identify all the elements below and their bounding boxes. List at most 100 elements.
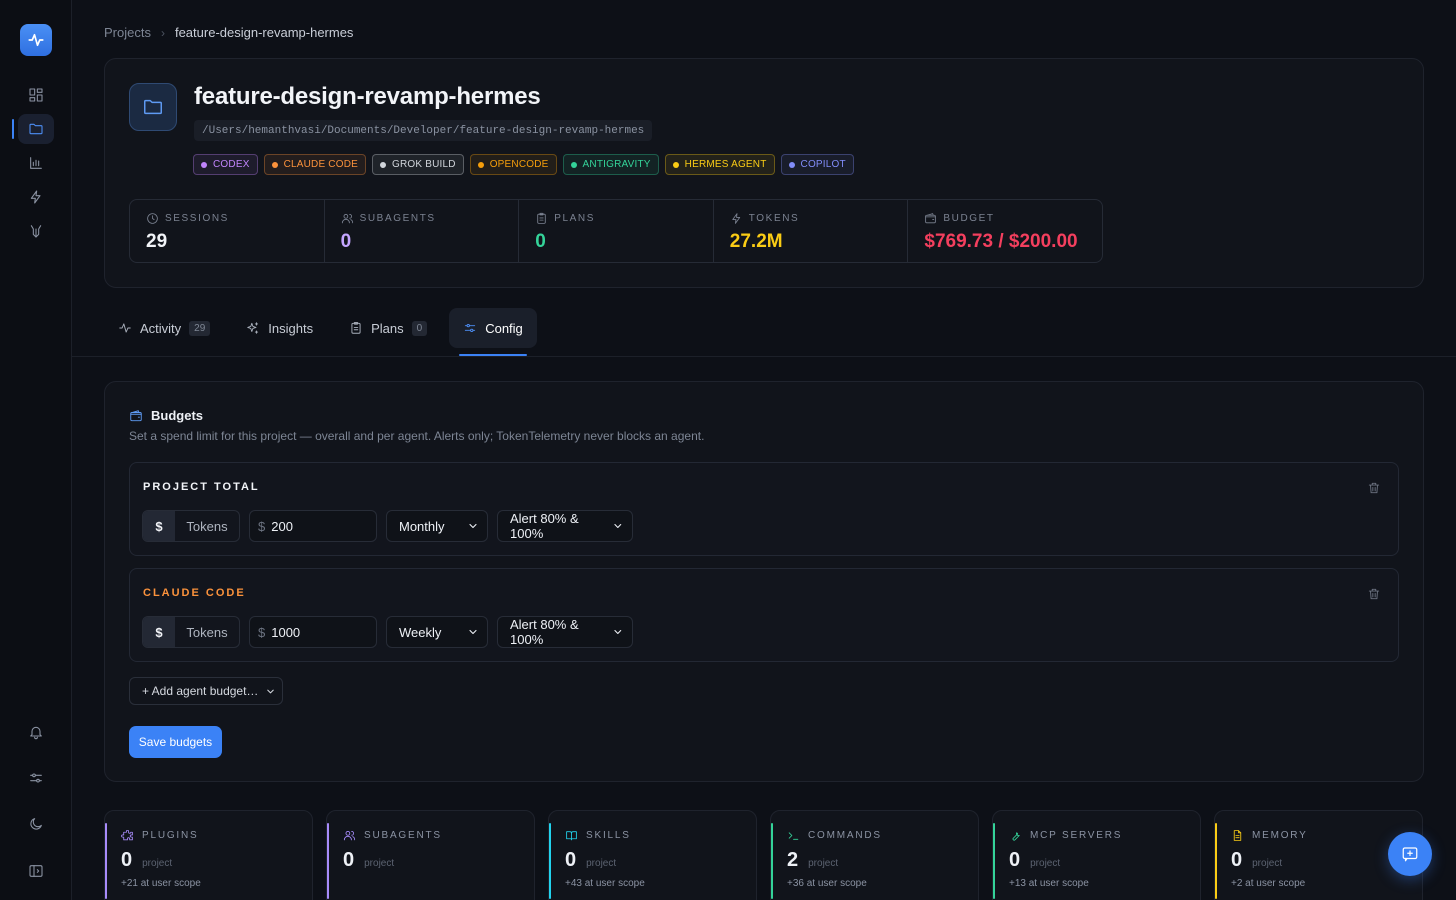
scope-cards: PLUGINS 0 project +21 at user scope SUBAGENT…	[104, 810, 1423, 900]
stat-budget: BUDGET $769.73 / $200.00	[908, 200, 1102, 262]
nav-agents[interactable]	[18, 216, 54, 246]
chevron-down-icon	[469, 629, 477, 635]
status-dot	[271, 161, 278, 168]
scope-value-row: 0 project	[1231, 849, 1282, 872]
agent-chip-label: OPENCODE	[489, 159, 549, 170]
unit-tokens-option[interactable]: Tokens	[175, 617, 239, 647]
scope-accent-bar	[993, 823, 995, 899]
bar-chart-icon	[30, 157, 42, 169]
nav-dashboard[interactable]	[18, 80, 54, 110]
budget-row-claude-code: CLAUDE CODE $ Tokens $ Weekly Alert 80% …	[129, 568, 1399, 662]
tab-insights[interactable]: Insights	[232, 308, 327, 348]
stat-label: PLANS	[554, 213, 595, 224]
breadcrumb-projects-link[interactable]: Projects	[104, 25, 151, 40]
bell-icon	[30, 726, 42, 740]
period-select[interactable]: Monthly	[386, 510, 488, 542]
users-icon	[343, 831, 356, 841]
project-tabs: Activity 29 Insights Plans 0 Config	[104, 308, 537, 356]
agent-icon	[30, 225, 42, 238]
stat-value: $769.73 / $200.00	[924, 231, 1078, 252]
amount-input[interactable]	[271, 518, 362, 534]
scope-card[interactable]: MCP SERVERS 0 project +13 at user scope	[992, 810, 1201, 900]
agent-chip-label: COPILOT	[800, 159, 846, 170]
trash-icon[interactable]	[1367, 481, 1381, 495]
alert-select[interactable]: Alert 80% & 100%	[497, 510, 633, 542]
scope-label: MEMORY	[1252, 830, 1308, 841]
alert-select[interactable]: Alert 80% & 100%	[497, 616, 633, 648]
amount-input[interactable]	[271, 624, 362, 640]
scope-user-count: +2 at user scope	[1231, 878, 1306, 889]
scope-heading: COMMANDS	[787, 829, 882, 842]
scope-sub-label: project	[586, 858, 617, 869]
agent-chip: GROK BUILD	[372, 154, 464, 175]
chevron-down-icon	[614, 630, 622, 634]
moon-icon	[30, 818, 42, 830]
collapse-sidebar-button[interactable]	[18, 856, 54, 886]
clock-icon	[147, 213, 158, 224]
scope-label: SKILLS	[586, 830, 631, 841]
unit-dollar-option[interactable]: $	[143, 511, 175, 541]
app-logo[interactable]	[20, 24, 52, 56]
status-dot	[672, 161, 679, 168]
tab-label: Config	[485, 320, 523, 336]
period-value: Monthly	[399, 518, 445, 534]
status-dot	[788, 161, 795, 168]
settings-button[interactable]	[18, 763, 54, 793]
unit-toggle: $ Tokens	[142, 616, 240, 648]
scope-count: 0	[343, 849, 355, 871]
nav-analytics[interactable]	[18, 148, 54, 178]
stat-value: 0	[535, 231, 546, 252]
scope-accent-bar	[105, 823, 107, 899]
project-header-card: feature-design-revamp-hermes /Users/hema…	[104, 58, 1424, 288]
stat-tokens: TOKENS 27.2M	[714, 200, 909, 262]
scope-card[interactable]: PLUGINS 0 project +21 at user scope	[104, 810, 313, 900]
scope-value-row: 0 project	[121, 849, 172, 872]
budgets-card: Budgets Set a spend limit for this proje…	[104, 381, 1424, 782]
book-icon	[566, 831, 577, 841]
folder-icon	[144, 99, 162, 115]
budgets-description: Set a spend limit for this project — ove…	[129, 429, 705, 443]
period-select[interactable]: Weekly	[386, 616, 488, 648]
nav-projects[interactable]	[18, 114, 54, 144]
tab-activity[interactable]: Activity 29	[104, 308, 224, 348]
save-budgets-button[interactable]: Save budgets	[129, 726, 222, 758]
scope-count: 0	[1231, 849, 1243, 871]
agent-chip: CODEX	[193, 154, 258, 175]
tab-label: Plans	[371, 320, 404, 336]
pulse-icon	[119, 323, 131, 333]
unit-dollar-option[interactable]: $	[143, 617, 175, 647]
sliders-icon	[30, 773, 42, 783]
scope-value-row: 0 project	[343, 849, 394, 872]
sliders-icon	[465, 324, 476, 332]
stat-label: TOKENS	[748, 213, 800, 224]
scope-heading: SUBAGENTS	[343, 829, 442, 842]
scope-card[interactable]: SUBAGENTS 0 project	[326, 810, 535, 900]
agent-chip: CLAUDE CODE	[263, 154, 366, 175]
scope-heading: PLUGINS	[121, 829, 199, 842]
agent-chip: COPILOT	[780, 154, 854, 175]
theme-toggle[interactable]	[18, 809, 54, 839]
budgets-title: Budgets	[151, 408, 203, 423]
budget-row-label: PROJECT TOTAL	[143, 481, 260, 493]
tab-config[interactable]: Config	[449, 308, 537, 356]
scope-label: SUBAGENTS	[364, 830, 442, 841]
tabs-divider	[72, 356, 1456, 357]
nav-activity[interactable]	[18, 182, 54, 212]
stat-label: BUDGET	[943, 213, 995, 224]
notifications-button[interactable]	[18, 717, 54, 747]
scope-heading: SKILLS	[565, 829, 631, 842]
sparkles-icon	[247, 322, 259, 334]
trash-icon[interactable]	[1367, 587, 1381, 601]
stat-value: 27.2M	[729, 231, 783, 252]
scope-card[interactable]: SKILLS 0 project +43 at user scope	[548, 810, 757, 900]
chevron-down-icon	[469, 523, 477, 529]
tab-plans[interactable]: Plans 0	[335, 308, 441, 348]
unit-tokens-option[interactable]: Tokens	[175, 511, 239, 541]
folder-icon	[29, 123, 43, 135]
file-icon	[1233, 830, 1242, 841]
status-dot	[477, 161, 484, 168]
scope-card[interactable]: COMMANDS 2 project +36 at user scope	[770, 810, 979, 900]
feedback-button[interactable]	[1388, 832, 1432, 876]
tab-label: Insights	[268, 320, 314, 336]
add-agent-budget-select[interactable]: + Add agent budget…	[129, 677, 283, 705]
